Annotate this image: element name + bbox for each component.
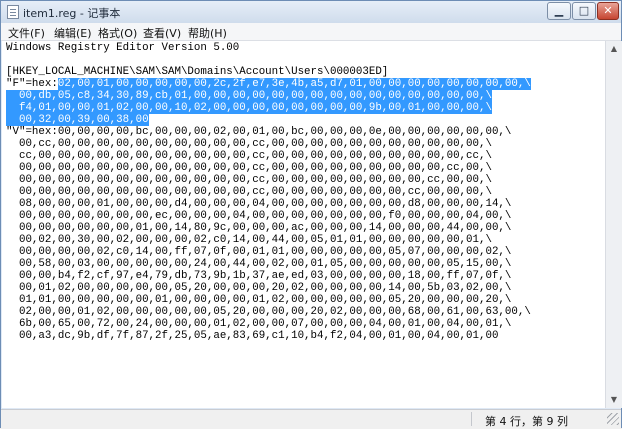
text-segment: 00,00,00,00,00,00,01,00,14,80,9c,00,00,0… [6, 222, 512, 234]
text-segment: 00,00,00,00,00,00,00,00,00,00,00,00,cc,0… [6, 186, 492, 198]
notepad-window: item1.reg - 记事本 ▁ □ ✕ 文件(F) 编辑(E) 格式(O) … [0, 0, 622, 428]
cursor-position: 第 4 行，第 9 列 [485, 415, 568, 428]
menu-format[interactable]: 格式(O) [98, 25, 137, 41]
text-line: cc,00,00,00,00,00,00,00,00,00,00,00,cc,0… [6, 150, 531, 162]
title-bar[interactable]: item1.reg - 记事本 ▁ □ ✕ [1, 1, 621, 23]
status-divider [471, 412, 472, 426]
text-segment: 00,00,00,00,00,00,00,00,00,00,00,00,cc,0… [6, 162, 492, 174]
text-segment: 00,01,02,00,00,00,00,00,05,20,00,00,00,2… [6, 282, 512, 294]
text-line: 00,01,02,00,00,00,00,00,05,20,00,00,00,2… [6, 282, 531, 294]
text-line: 00,00,00,00,00,00,00,00,00,00,00,00,cc,0… [6, 174, 531, 186]
text-segment: 00,58,00,03,00,00,00,00,00,24,00,44,00,0… [6, 258, 512, 270]
text-segment: 00,00,00,00,00,00,00,ec,00,00,00,04,00,0… [6, 210, 512, 222]
selected-text: f4,01,00,00,01,02,00,00,10,02,00,00,00,0… [6, 102, 492, 114]
menu-edit[interactable]: 编辑(E) [54, 25, 92, 41]
scroll-up-arrow-icon[interactable]: ▲ [608, 42, 620, 56]
text-segment: 08,00,00,00,01,00,00,00,d4,00,00,00,04,0… [6, 198, 512, 210]
window-title: item1.reg - 记事本 [23, 7, 121, 20]
text-line: 00,02,00,30,00,02,00,00,00,02,c0,14,00,4… [6, 234, 531, 246]
text-line: 01,01,00,00,00,00,00,01,00,00,00,00,01,0… [6, 294, 531, 306]
menu-file[interactable]: 文件(F) [8, 25, 45, 41]
text-line: 00,32,00,39,00,38,00 [6, 114, 531, 126]
selected-text: 00,db,05,c8,34,30,89,cb,01,00,00,00,00,0… [6, 90, 492, 102]
text-segment: "V"=hex:00,00,00,00,bc,00,00,00,02,00,01… [6, 126, 512, 138]
selected-text: 02,00,01,00,00,00,00,00,2c,2f,e7,3e,4b,a… [57, 78, 531, 90]
maximize-button[interactable]: □ [572, 2, 596, 20]
menu-bar: 文件(F) 编辑(E) 格式(O) 查看(V) 帮助(H) [1, 23, 621, 41]
text-line: 00,db,05,c8,34,30,89,cb,01,00,00,00,00,0… [6, 90, 531, 102]
status-bar: 第 4 行，第 9 列 [1, 409, 621, 428]
close-button[interactable]: ✕ [597, 2, 619, 20]
text-line: 00,00,00,00,02,c0,14,00,ff,07,0f,00,01,0… [6, 246, 531, 258]
text-line: "V"=hex:00,00,00,00,bc,00,00,00,02,00,01… [6, 126, 531, 138]
text-segment: 00,02,00,30,00,02,00,00,00,02,c0,14,00,4… [6, 234, 492, 246]
text-segment: 00,00,00,00,02,c0,14,00,ff,07,0f,00,01,0… [6, 246, 512, 258]
text-segment: 00,cc,00,00,00,00,00,00,00,00,00,00,cc,0… [6, 138, 492, 150]
vertical-scrollbar[interactable]: ▲ ▼ [605, 41, 622, 408]
text-segment: "F"=hex: [6, 78, 58, 90]
text-segment: 00,00,00,00,00,00,00,00,00,00,00,00,cc,0… [6, 174, 492, 186]
text-editor[interactable]: Windows Registry Editor Version 5.00 [HKE… [2, 41, 605, 408]
text-line: 00,58,00,03,00,00,00,00,00,24,00,44,00,0… [6, 258, 531, 270]
text-line: [HKEY_LOCAL_MACHINE\SAM\SAM\Domains\Acco… [6, 66, 531, 78]
text-segment: 00,a3,dc,9b,df,7f,87,2f,25,05,ae,83,69,c… [6, 330, 499, 342]
text-line: 00,00,b4,f2,cf,97,e4,79,db,73,9b,1b,37,a… [6, 270, 531, 282]
text-line: 00,00,00,00,00,00,00,00,00,00,00,00,cc,0… [6, 186, 531, 198]
resize-grip-icon[interactable] [607, 413, 619, 425]
text-line: 08,00,00,00,01,00,00,00,d4,00,00,00,04,0… [6, 198, 531, 210]
selected-text: 00,32,00,39,00,38,00 [6, 114, 149, 126]
text-segment: Windows Registry Editor Version 5.00 [6, 42, 240, 54]
text-line: f4,01,00,00,01,02,00,00,10,02,00,00,00,0… [6, 102, 531, 114]
text-segment: 00,00,b4,f2,cf,97,e4,79,db,73,9b,1b,37,a… [6, 270, 512, 282]
text-line: 00,a3,dc,9b,df,7f,87,2f,25,05,ae,83,69,c… [6, 330, 531, 342]
minimize-button[interactable]: ▁ [547, 2, 571, 20]
text-segment: 6b,00,65,00,72,00,24,00,00,00,01,02,00,0… [6, 318, 512, 330]
text-line: Windows Registry Editor Version 5.00 [6, 42, 531, 54]
menu-help[interactable]: 帮助(H) [188, 25, 227, 41]
document-text[interactable]: Windows Registry Editor Version 5.00 [HKE… [6, 42, 531, 342]
text-line: 00,00,00,00,00,00,00,ec,00,00,00,04,00,0… [6, 210, 531, 222]
text-line: 00,cc,00,00,00,00,00,00,00,00,00,00,cc,0… [6, 138, 531, 150]
text-segment: 02,00,00,01,02,00,00,00,00,00,05,20,00,0… [6, 306, 531, 318]
scroll-down-arrow-icon[interactable]: ▼ [608, 393, 620, 407]
text-line [6, 54, 531, 66]
notepad-icon [7, 5, 19, 19]
text-line: 00,00,00,00,00,00,00,00,00,00,00,00,cc,0… [6, 162, 531, 174]
text-segment: [HKEY_LOCAL_MACHINE\SAM\SAM\Domains\Acco… [6, 66, 389, 78]
text-line: 00,00,00,00,00,00,01,00,14,80,9c,00,00,0… [6, 222, 531, 234]
text-segment: cc,00,00,00,00,00,00,00,00,00,00,00,cc,0… [6, 150, 492, 162]
menu-view[interactable]: 查看(V) [143, 25, 181, 41]
text-segment: 01,01,00,00,00,00,00,01,00,00,00,00,01,0… [6, 294, 512, 306]
text-line: 02,00,00,01,02,00,00,00,00,00,05,20,00,0… [6, 306, 531, 318]
text-line: "F"=hex:02,00,01,00,00,00,00,00,2c,2f,e7… [6, 78, 531, 90]
text-line: 6b,00,65,00,72,00,24,00,00,00,01,02,00,0… [6, 318, 531, 330]
